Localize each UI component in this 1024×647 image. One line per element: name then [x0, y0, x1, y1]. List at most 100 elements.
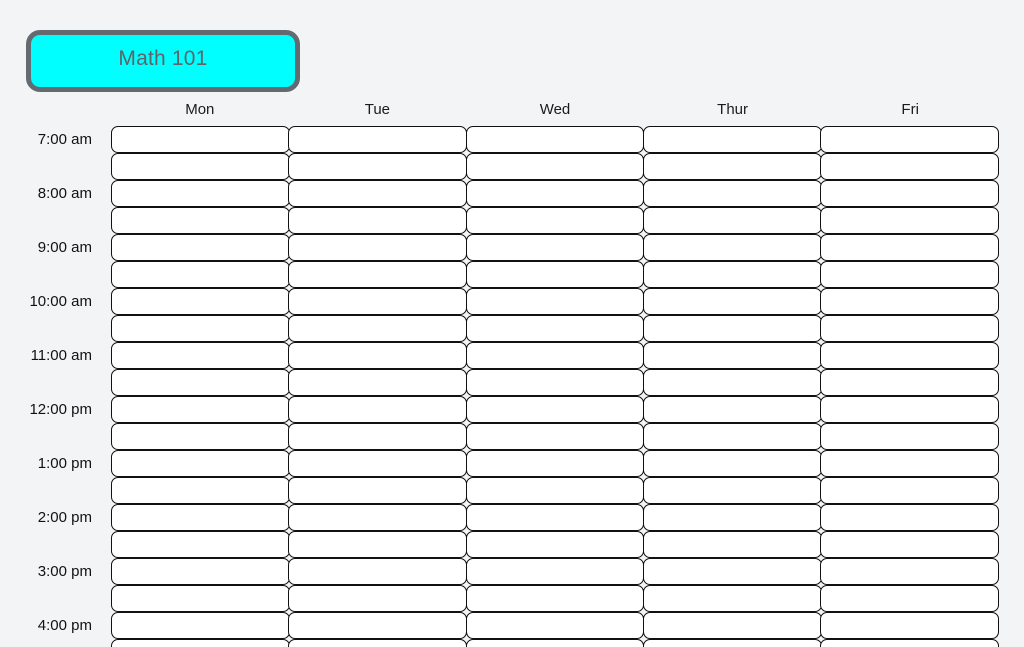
course-button-math-101[interactable]: Math 101 — [26, 30, 300, 92]
slot-cell-fri-1[interactable] — [820, 153, 999, 180]
slot-cell-wed-16[interactable] — [465, 558, 645, 585]
slot-cell-tue-7[interactable] — [288, 315, 468, 342]
slot-cell-thur-18[interactable] — [642, 612, 822, 639]
slot-cell-fri-16[interactable] — [820, 558, 999, 585]
slot-cell-tue-11[interactable] — [288, 423, 468, 450]
slot-cell-tue-3[interactable] — [288, 207, 468, 234]
slot-cell-tue-17[interactable] — [288, 585, 468, 612]
slot-cell-fri-17[interactable] — [820, 585, 999, 612]
slot-cell-thur-17[interactable] — [642, 585, 822, 612]
slot-cell-mon-4[interactable] — [111, 234, 290, 261]
slot-cell-fri-14[interactable] — [820, 504, 999, 531]
slot-cell-fri-13[interactable] — [820, 477, 999, 504]
slot-cell-mon-16[interactable] — [111, 558, 290, 585]
slot-cell-wed-11[interactable] — [465, 423, 645, 450]
slot-cell-wed-0[interactable] — [465, 126, 645, 153]
slot-cell-tue-14[interactable] — [288, 504, 468, 531]
slot-cell-wed-9[interactable] — [465, 369, 645, 396]
slot-cell-mon-5[interactable] — [111, 261, 290, 288]
slot-cell-fri-12[interactable] — [820, 450, 999, 477]
slot-cell-mon-11[interactable] — [111, 423, 290, 450]
slot-cell-tue-8[interactable] — [288, 342, 468, 369]
slot-cell-fri-0[interactable] — [820, 126, 999, 153]
slot-cell-thur-8[interactable] — [642, 342, 822, 369]
slot-cell-thur-15[interactable] — [642, 531, 822, 558]
slot-cell-mon-10[interactable] — [111, 396, 290, 423]
slot-cell-thur-11[interactable] — [642, 423, 822, 450]
slot-cell-mon-8[interactable] — [111, 342, 290, 369]
slot-cell-thur-10[interactable] — [642, 396, 822, 423]
slot-cell-wed-5[interactable] — [465, 261, 645, 288]
slot-cell-fri-7[interactable] — [820, 315, 999, 342]
slot-cell-fri-19[interactable] — [820, 639, 999, 647]
slot-cell-wed-4[interactable] — [465, 234, 645, 261]
slot-cell-thur-2[interactable] — [642, 180, 822, 207]
slot-cell-thur-0[interactable] — [642, 126, 822, 153]
slot-cell-mon-14[interactable] — [111, 504, 290, 531]
slot-cell-thur-9[interactable] — [642, 369, 822, 396]
slot-cell-mon-1[interactable] — [111, 153, 290, 180]
slot-cell-mon-19[interactable] — [111, 639, 290, 647]
slot-cell-mon-2[interactable] — [111, 180, 290, 207]
slot-cell-tue-12[interactable] — [288, 450, 468, 477]
slot-cell-thur-4[interactable] — [642, 234, 822, 261]
slot-cell-fri-11[interactable] — [820, 423, 999, 450]
slot-cell-wed-7[interactable] — [465, 315, 645, 342]
slot-cell-fri-18[interactable] — [820, 612, 999, 639]
slot-cell-fri-15[interactable] — [820, 531, 999, 558]
slot-cell-tue-15[interactable] — [288, 531, 468, 558]
slot-cell-tue-13[interactable] — [288, 477, 468, 504]
slot-cell-mon-18[interactable] — [111, 612, 290, 639]
slot-cell-thur-1[interactable] — [642, 153, 822, 180]
slot-cell-fri-2[interactable] — [820, 180, 999, 207]
slot-cell-mon-0[interactable] — [111, 126, 290, 153]
slot-cell-thur-16[interactable] — [642, 558, 822, 585]
slot-cell-wed-18[interactable] — [465, 612, 645, 639]
slot-cell-mon-15[interactable] — [111, 531, 290, 558]
slot-cell-tue-16[interactable] — [288, 558, 468, 585]
slot-cell-fri-9[interactable] — [820, 369, 999, 396]
slot-cell-wed-15[interactable] — [465, 531, 645, 558]
slot-cell-fri-10[interactable] — [820, 396, 999, 423]
slot-cell-mon-13[interactable] — [111, 477, 290, 504]
slot-cell-tue-19[interactable] — [288, 639, 468, 647]
slot-cell-wed-6[interactable] — [465, 288, 645, 315]
slot-cell-wed-8[interactable] — [465, 342, 645, 369]
slot-cell-wed-10[interactable] — [465, 396, 645, 423]
slot-cell-wed-1[interactable] — [465, 153, 645, 180]
slot-cell-fri-4[interactable] — [820, 234, 999, 261]
slot-cell-thur-6[interactable] — [642, 288, 822, 315]
slot-cell-wed-19[interactable] — [465, 639, 645, 647]
slot-cell-thur-7[interactable] — [642, 315, 822, 342]
slot-cell-wed-2[interactable] — [465, 180, 645, 207]
slot-cell-wed-13[interactable] — [465, 477, 645, 504]
slot-cell-thur-12[interactable] — [642, 450, 822, 477]
slot-cell-tue-9[interactable] — [288, 369, 468, 396]
slot-cell-tue-1[interactable] — [288, 153, 468, 180]
slot-cell-mon-12[interactable] — [111, 450, 290, 477]
slot-cell-tue-4[interactable] — [288, 234, 468, 261]
slot-cell-thur-3[interactable] — [642, 207, 822, 234]
slot-cell-mon-17[interactable] — [111, 585, 290, 612]
slot-cell-wed-3[interactable] — [465, 207, 645, 234]
slot-cell-fri-5[interactable] — [820, 261, 999, 288]
slot-cell-tue-10[interactable] — [288, 396, 468, 423]
slot-cell-fri-6[interactable] — [820, 288, 999, 315]
slot-cell-tue-6[interactable] — [288, 288, 468, 315]
slot-cell-tue-0[interactable] — [288, 126, 468, 153]
slot-cell-mon-3[interactable] — [111, 207, 290, 234]
slot-cell-wed-12[interactable] — [465, 450, 645, 477]
slot-cell-fri-8[interactable] — [820, 342, 999, 369]
slot-cell-mon-6[interactable] — [111, 288, 290, 315]
slot-cell-thur-5[interactable] — [642, 261, 822, 288]
slot-cell-mon-7[interactable] — [111, 315, 290, 342]
slot-cell-wed-17[interactable] — [465, 585, 645, 612]
slot-cell-tue-2[interactable] — [288, 180, 468, 207]
slot-cell-thur-19[interactable] — [642, 639, 822, 647]
slot-cell-thur-14[interactable] — [642, 504, 822, 531]
slot-cell-tue-5[interactable] — [288, 261, 468, 288]
slot-cell-tue-18[interactable] — [288, 612, 468, 639]
slot-cell-wed-14[interactable] — [465, 504, 645, 531]
slot-cell-mon-9[interactable] — [111, 369, 290, 396]
slot-cell-thur-13[interactable] — [642, 477, 822, 504]
